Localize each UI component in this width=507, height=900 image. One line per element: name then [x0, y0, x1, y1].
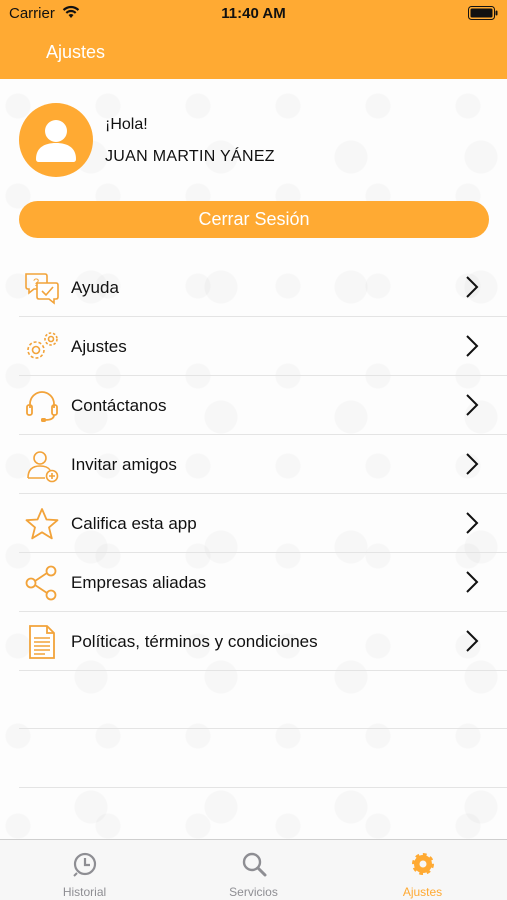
document-icon — [29, 625, 55, 659]
chevron-right-icon — [466, 571, 479, 593]
tab-label: Historial — [62, 885, 107, 899]
menu-item-label: Políticas, términos y condiciones — [71, 632, 318, 651]
divider — [19, 670, 507, 671]
gears-icon — [27, 332, 58, 359]
menu-item-califica[interactable]: Califica esta app — [0, 494, 507, 553]
menu-item-empresas-aliadas[interactable]: Empresas aliadas — [0, 553, 507, 612]
menu-item-label: Invitar amigos — [71, 455, 177, 474]
tab-servicios[interactable]: Servicios — [169, 840, 338, 900]
help-chat-icon: ? — [25, 273, 59, 305]
user-avatar-icon — [36, 120, 76, 162]
avatar — [19, 103, 93, 177]
menu-item-label: Califica esta app — [71, 514, 197, 533]
chevron-right-icon — [466, 394, 479, 416]
divider — [19, 787, 507, 788]
chevron-right-icon — [466, 453, 479, 475]
logout-button[interactable]: Cerrar Sesión — [19, 201, 489, 238]
greeting-text: ¡Hola! — [105, 116, 148, 133]
tab-historial[interactable]: Historial — [0, 840, 169, 900]
menu-item-politicas[interactable]: Políticas, términos y condiciones — [0, 612, 507, 671]
gear-icon — [412, 853, 434, 875]
profile-section: ¡Hola! JUAN MARTIN YÁNEZ — [19, 103, 489, 178]
navigation-bar: Carrier 11:40 AM Ajustes — [0, 0, 507, 79]
star-icon — [25, 508, 59, 540]
tab-bar: Historial Servicios Ajustes — [0, 839, 507, 900]
menu-item-label: Contáctanos — [71, 396, 167, 415]
add-friend-icon — [27, 451, 59, 483]
menu-item-invitar-amigos[interactable]: Invitar amigos — [0, 435, 507, 494]
tab-ajustes[interactable]: Ajustes — [338, 840, 507, 900]
menu-item-label: Ajustes — [71, 337, 127, 356]
chevron-right-icon — [466, 335, 479, 357]
menu-item-ajustes[interactable]: Ajustes — [0, 317, 507, 376]
headset-icon — [26, 391, 58, 422]
menu-item-ayuda[interactable]: ? Ayuda — [0, 258, 507, 317]
page-title: Ajustes — [46, 42, 106, 62]
tab-label: Ajustes — [402, 885, 443, 899]
battery-icon — [468, 6, 498, 20]
share-icon — [25, 565, 57, 601]
user-name: JUAN MARTIN YÁNEZ — [105, 148, 275, 165]
menu-item-label: Ayuda — [71, 278, 119, 297]
chevron-right-icon — [466, 630, 479, 652]
divider — [19, 728, 507, 729]
status-time: 11:40 AM — [221, 5, 286, 22]
chevron-right-icon — [466, 276, 479, 298]
clock-icon — [73, 852, 97, 877]
chevron-right-icon — [466, 512, 479, 534]
tab-label: Servicios — [229, 885, 278, 899]
settings-menu: ? Ayuda Ajustes Contáctanos Invitar amig… — [0, 258, 507, 671]
status-bar: Carrier 11:40 AM — [0, 0, 507, 28]
menu-item-label: Empresas aliadas — [71, 573, 207, 592]
search-icon — [242, 852, 267, 877]
menu-item-contactanos[interactable]: Contáctanos — [0, 376, 507, 435]
